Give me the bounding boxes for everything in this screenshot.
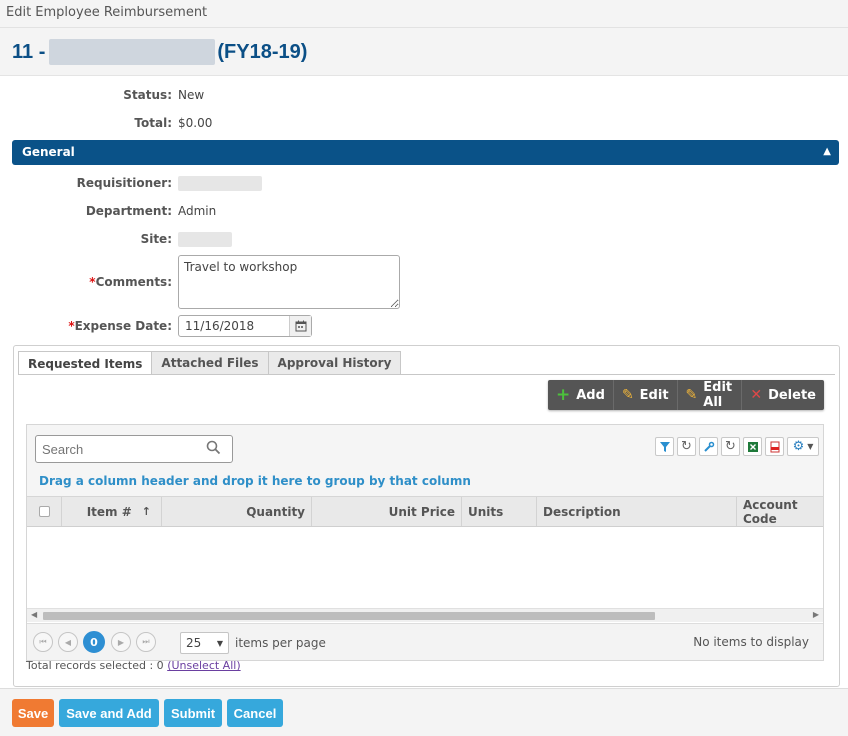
refresh-icon[interactable]: ↻ <box>677 437 696 456</box>
tab-attached-files[interactable]: Attached Files <box>151 351 269 374</box>
col-item-number[interactable]: Item # ↑ <box>62 497 162 526</box>
submit-button[interactable]: Submit <box>164 699 222 727</box>
col-quantity[interactable]: Quantity <box>162 497 312 526</box>
reset-icon[interactable]: ↻ <box>721 437 740 456</box>
horizontal-scrollbar[interactable]: ◀ ▶ <box>27 608 823 622</box>
tab-divider <box>18 374 835 375</box>
chevron-down-icon: ▼ <box>807 442 814 451</box>
requisitioner-label: Requisitioner: <box>76 176 172 190</box>
fiscal-year: (FY18-19) <box>217 40 308 63</box>
unselect-all-link[interactable]: (Unselect All) <box>167 659 240 672</box>
status-value: New <box>178 88 205 102</box>
site-label: Site: <box>140 232 172 246</box>
scrollbar-thumb[interactable] <box>43 612 655 620</box>
page-header: 11 - (FY18-19) <box>0 28 848 76</box>
department-label: Department: <box>85 204 172 218</box>
col-description[interactable]: Description <box>537 497 737 526</box>
pdf-icon[interactable] <box>765 437 784 456</box>
search-icon[interactable] <box>206 440 221 458</box>
next-page-icon[interactable]: ▶ <box>111 632 131 652</box>
general-section-header[interactable]: General ▲ <box>12 140 839 165</box>
chevron-down-icon: ▼ <box>216 638 223 648</box>
tab-requested-items[interactable]: Requested Items <box>18 351 153 375</box>
settings-icon[interactable]: ⚙ ▼ <box>787 437 819 456</box>
delete-x-icon: ✕ <box>750 387 763 403</box>
filter-icon[interactable] <box>655 437 674 456</box>
status-label: Status: <box>123 88 172 102</box>
save-button[interactable]: Save <box>12 699 54 727</box>
tab-approval-history[interactable]: Approval History <box>267 351 402 374</box>
expense-date-input[interactable] <box>179 316 289 336</box>
department-row: Department: Admin <box>0 201 216 221</box>
delete-button[interactable]: ✕ Delete <box>742 380 824 410</box>
pencil-icon: ✎ <box>685 387 698 403</box>
select-all-checkbox-cell[interactable] <box>27 497 62 526</box>
selection-info: Total records selected : 0 (Unselect All… <box>26 659 241 672</box>
total-row: Total: $0.00 <box>0 113 212 133</box>
current-page[interactable]: 0 <box>83 631 105 653</box>
items-per-page-label: items per page <box>235 636 326 650</box>
general-section-title: General <box>22 145 75 159</box>
no-items-message: No items to display <box>693 635 809 649</box>
pencil-icon: ✎ <box>621 387 634 403</box>
col-account-code[interactable]: Account Code <box>737 497 823 526</box>
comments-field[interactable]: Travel to workshop <box>178 255 400 309</box>
page-title: 11 - (FY18-19) <box>12 39 307 65</box>
expense-date-row: *Expense Date: <box>0 316 178 336</box>
items-grid: ↻ ↻ ⚙▼ Drag a column header and drop it … <box>26 424 824 661</box>
col-unit-price[interactable]: Unit Price <box>312 497 462 526</box>
total-value: $0.00 <box>178 116 213 130</box>
items-panel: Requested Items Attached Files Approval … <box>13 345 840 687</box>
site-value-redacted <box>178 231 232 247</box>
expense-date-picker[interactable] <box>178 315 312 337</box>
select-all-checkbox[interactable] <box>38 506 50 517</box>
comments-label: *Comments: <box>89 275 172 289</box>
last-page-icon[interactable]: ⏭ <box>136 632 156 652</box>
edit-button[interactable]: ✎ Edit <box>614 380 678 410</box>
scroll-right-arrow-icon[interactable]: ▶ <box>813 610 819 619</box>
requisitioner-row: Requisitioner: <box>0 173 262 193</box>
redacted-name <box>49 39 216 65</box>
grid-column-headers: Item # ↑ Quantity Unit Price Units Descri… <box>27 496 823 527</box>
excel-icon[interactable] <box>743 437 762 456</box>
search-input[interactable] <box>36 441 206 457</box>
status-row: Status: New <box>0 85 204 105</box>
tab-strip: Requested Items Attached Files Approval … <box>18 351 402 375</box>
sort-ascending-icon: ↑ <box>141 505 151 518</box>
selection-count: Total records selected : 0 <box>26 659 164 672</box>
caret-up-icon[interactable]: ▲ <box>823 146 831 157</box>
grid-pager: ⏮ ◀ 0 ▶ ⏭ 25 ▼ items per page No items t… <box>27 623 823 660</box>
add-button[interactable]: + Add <box>548 380 614 410</box>
calendar-icon[interactable] <box>289 316 311 336</box>
grid-toolbar: + Add ✎ Edit ✎ Edit All ✕ Delete <box>548 380 824 410</box>
window-titlebar: Edit Employee Reimbursement <box>0 0 848 28</box>
page-size-select[interactable]: 25 ▼ <box>180 632 229 654</box>
requisitioner-value-redacted <box>178 175 262 191</box>
col-units[interactable]: Units <box>462 497 537 526</box>
reimbursement-number: 11 - <box>12 40 46 63</box>
comments-row: *Comments: <box>0 272 178 292</box>
cancel-button[interactable]: Cancel <box>227 699 283 727</box>
group-drop-area[interactable]: Drag a column header and drop it here to… <box>39 474 471 488</box>
save-and-add-button[interactable]: Save and Add <box>59 699 159 727</box>
grid-icon-buttons: ↻ ↻ ⚙ ▼ <box>655 437 819 456</box>
department-value: Admin <box>178 204 217 218</box>
expense-date-label: *Expense Date: <box>68 319 172 333</box>
site-row: Site: <box>0 229 232 249</box>
wrench-icon[interactable] <box>699 437 718 456</box>
scroll-left-arrow-icon[interactable]: ◀ <box>31 610 37 619</box>
plus-icon: + <box>556 385 571 405</box>
footer-bar: Save Save and Add Submit Cancel <box>0 688 848 736</box>
first-page-icon[interactable]: ⏮ <box>33 632 53 652</box>
edit-all-button[interactable]: ✎ Edit All <box>678 380 743 410</box>
grid-search-box[interactable] <box>35 435 233 463</box>
previous-page-icon[interactable]: ◀ <box>58 632 78 652</box>
window-title: Edit Employee Reimbursement <box>6 5 208 20</box>
total-label: Total: <box>134 116 172 130</box>
